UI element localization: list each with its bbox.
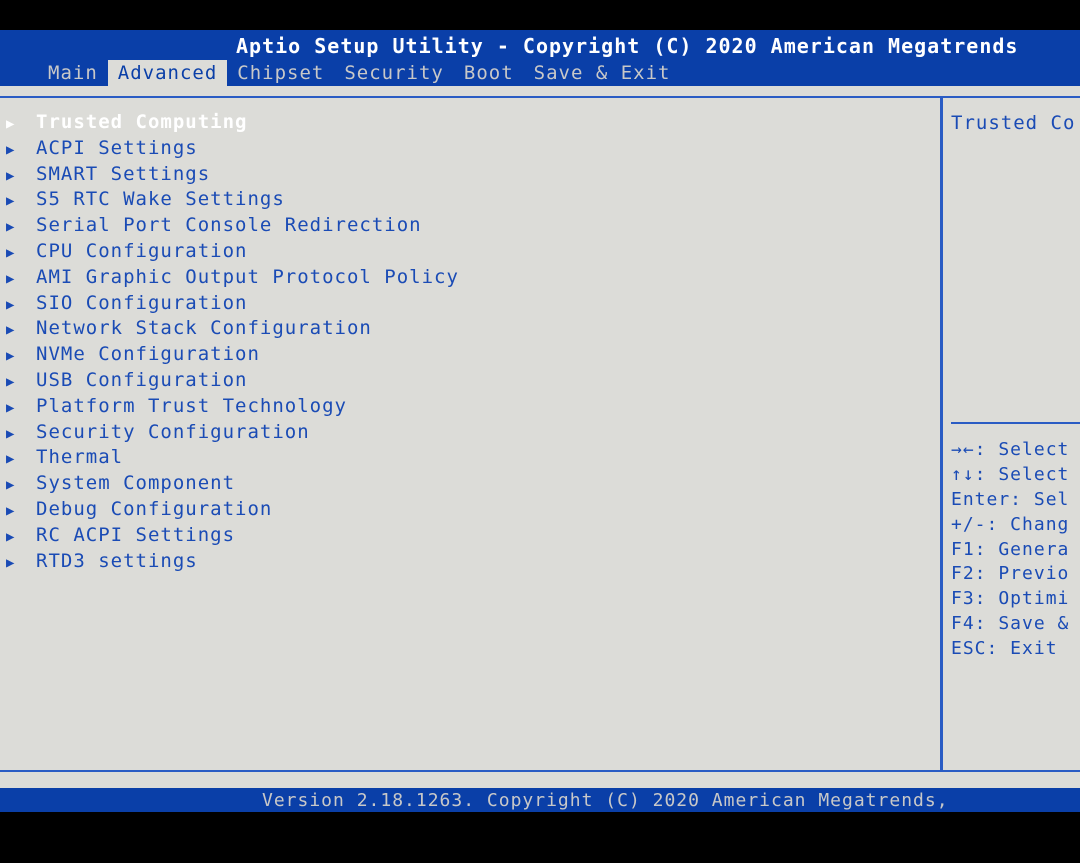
bios-screen: Aptio Setup Utility - Copyright (C) 2020…	[0, 30, 1080, 812]
menu-item-label: RC ACPI Settings	[36, 523, 236, 546]
menu-item-trusted-computing[interactable]: ▶ Trusted Computing	[6, 110, 459, 136]
key-hint: ↑↓: Select	[951, 463, 1070, 485]
key-hint: ESC: Exit	[951, 638, 1058, 660]
menu-item-label: Trusted Computing	[36, 111, 248, 133]
submenu-arrow-icon: ▶	[6, 219, 16, 236]
submenu-arrow-icon: ▶	[6, 528, 16, 545]
tab-advanced[interactable]: Advanced	[107, 60, 228, 86]
submenu-arrow-icon: ▶	[6, 193, 16, 210]
footer-bar: Version 2.18.1263. Copyright (C) 2020 Am…	[0, 788, 1080, 812]
menu-item-platform-trust-technology[interactable]: ▶ Platform Trust Technology	[6, 394, 459, 420]
menu-item-network-stack-configuration[interactable]: ▶ Network Stack Configuration	[6, 316, 459, 342]
tab-chipset[interactable]: Chipset	[227, 60, 334, 86]
submenu-arrow-icon: ▶	[6, 425, 16, 442]
menu-item-label: System Component	[36, 472, 236, 495]
menu-item-label: Thermal	[36, 446, 124, 469]
key-hint: F1: Genera	[951, 538, 1070, 560]
menu-item-label: AMI Graphic Output Protocol Policy	[36, 265, 459, 288]
help-panel: Trusted Co →←: Select ↑↓: Select Enter: …	[943, 98, 1080, 770]
menu-item-usb-configuration[interactable]: ▶ USB Configuration	[6, 368, 459, 394]
submenu-arrow-icon: ▶	[6, 141, 16, 158]
menu-item-label: USB Configuration	[36, 368, 248, 391]
menu-item-label: SMART Settings	[36, 162, 211, 185]
submenu-arrow-icon: ▶	[6, 554, 16, 571]
key-hint: F2: Previo	[951, 563, 1070, 585]
submenu-arrow-icon: ▶	[6, 399, 16, 416]
menu-item-ami-graphic-output-protocol-policy[interactable]: ▶ AMI Graphic Output Protocol Policy	[6, 265, 459, 291]
key-hint: F3: Optimi	[951, 588, 1070, 610]
tab-bar: Main Advanced Chipset Security Boot Save…	[38, 60, 680, 86]
menu-item-debug-configuration[interactable]: ▶ Debug Configuration	[6, 497, 459, 523]
submenu-arrow-icon: ▶	[6, 373, 16, 390]
menu-item-s5-rtc-wake-settings[interactable]: ▶ S5 RTC Wake Settings	[6, 187, 459, 213]
tab-security[interactable]: Security	[334, 60, 454, 86]
menu-item-cpu-configuration[interactable]: ▶ CPU Configuration	[6, 239, 459, 265]
submenu-arrow-icon: ▶	[6, 322, 16, 339]
submenu-arrow-icon: ▶	[6, 167, 16, 184]
tab-boot[interactable]: Boot	[454, 60, 524, 86]
menu-item-sio-configuration[interactable]: ▶ SIO Configuration	[6, 291, 459, 317]
menu-item-label: ACPI Settings	[36, 136, 198, 159]
menu-item-smart-settings[interactable]: ▶ SMART Settings	[6, 162, 459, 188]
utility-title: Aptio Setup Utility - Copyright (C) 2020…	[236, 34, 1019, 58]
menu-item-label: Debug Configuration	[36, 497, 273, 520]
menu-item-label: Network Stack Configuration	[36, 317, 372, 340]
submenu-arrow-icon: ▶	[6, 348, 16, 365]
menu-item-system-component[interactable]: ▶ System Component	[6, 471, 459, 497]
menu-item-label: NVMe Configuration	[36, 343, 260, 366]
version-copyright: Version 2.18.1263. Copyright (C) 2020 Am…	[262, 790, 949, 811]
menu-item-nvme-configuration[interactable]: ▶ NVMe Configuration	[6, 342, 459, 368]
key-hint: →←: Select	[951, 439, 1070, 460]
menu-item-rtd3-settings[interactable]: ▶ RTD3 settings	[6, 549, 459, 575]
menu-item-label: RTD3 settings	[36, 549, 198, 572]
menu-item-label: SIO Configuration	[36, 291, 248, 314]
submenu-arrow-icon: ▶	[6, 244, 16, 261]
menu-item-security-configuration[interactable]: ▶ Security Configuration	[6, 420, 459, 446]
menu-item-rc-acpi-settings[interactable]: ▶ RC ACPI Settings	[6, 523, 459, 549]
header-bar: Aptio Setup Utility - Copyright (C) 2020…	[0, 30, 1080, 86]
submenu-arrow-icon: ▶	[6, 270, 16, 287]
menu-item-label: Serial Port Console Redirection	[36, 214, 422, 237]
menu-item-label: S5 RTC Wake Settings	[36, 188, 285, 211]
submenu-arrow-icon: ▶	[6, 116, 16, 132]
help-divider	[951, 422, 1080, 424]
key-hint: +/-: Chang	[951, 513, 1070, 535]
menu-item-thermal[interactable]: ▶ Thermal	[6, 445, 459, 471]
menu-item-acpi-settings[interactable]: ▶ ACPI Settings	[6, 136, 459, 162]
menu-item-label: Platform Trust Technology	[36, 394, 347, 417]
frame-bottom-border	[0, 770, 1080, 772]
key-hint: F4: Save &	[951, 613, 1070, 635]
help-description: Trusted Co	[951, 112, 1076, 134]
submenu-arrow-icon: ▶	[6, 477, 16, 494]
advanced-menu: ▶ Trusted Computing ▶ ACPI Settings ▶ SMART…	[6, 110, 459, 574]
key-hint: Enter: Sel	[951, 488, 1070, 510]
submenu-arrow-icon: ▶	[6, 502, 16, 519]
key-legend: →←: Select ↑↓: Select Enter: Sel +/-: Ch…	[951, 438, 1069, 662]
submenu-arrow-icon: ▶	[6, 451, 16, 468]
tab-main[interactable]: Main	[38, 60, 108, 86]
settings-panel: ▶ Trusted Computing ▶ ACPI Settings ▶ SMART…	[0, 98, 940, 778]
tab-save-exit[interactable]: Save & Exit	[524, 60, 681, 86]
menu-item-serial-port-console-redirection[interactable]: ▶ Serial Port Console Redirection	[6, 213, 459, 239]
menu-item-label: CPU Configuration	[36, 239, 248, 262]
submenu-arrow-icon: ▶	[6, 296, 16, 313]
menu-item-label: Security Configuration	[36, 420, 310, 443]
